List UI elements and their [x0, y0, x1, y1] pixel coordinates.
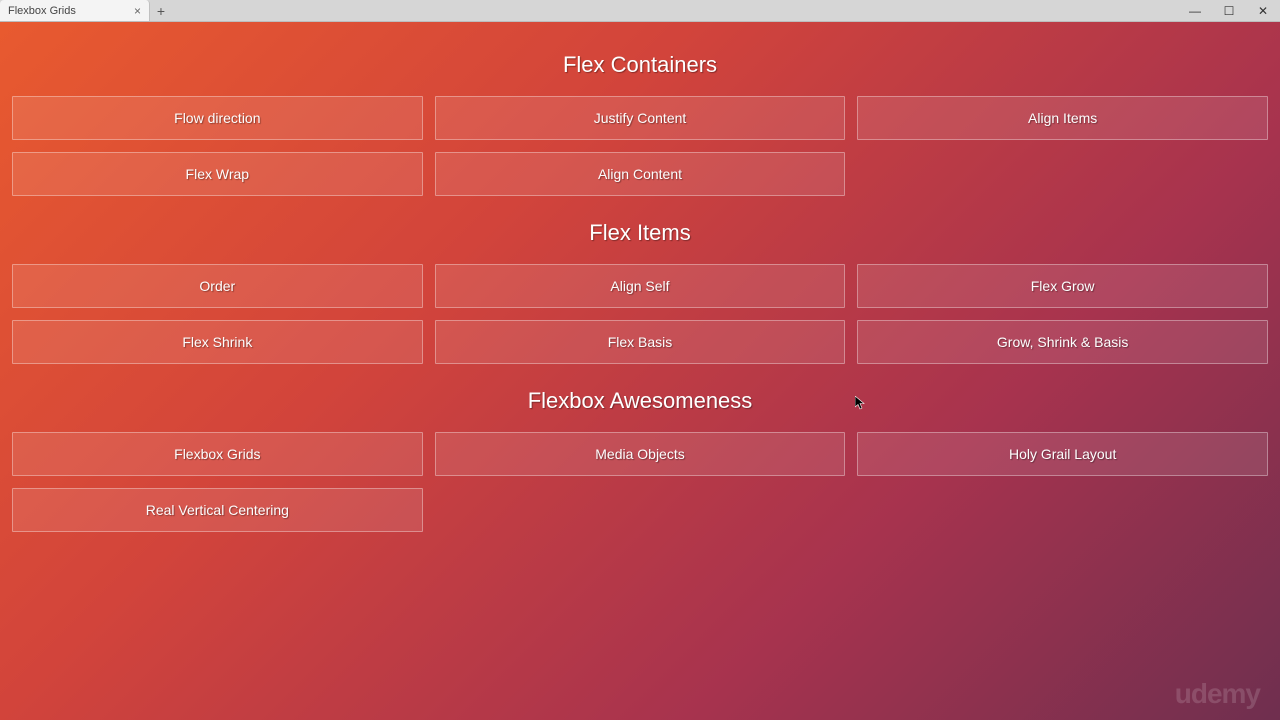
- tab-close-icon[interactable]: ×: [134, 4, 141, 18]
- grid-items: Order Align Self Flex Grow Flex Shrink F…: [12, 264, 1268, 364]
- tile-flex-grow[interactable]: Flex Grow: [857, 264, 1268, 308]
- minimize-button[interactable]: —: [1178, 0, 1212, 22]
- window-controls: — ☐ ✕: [1178, 0, 1280, 21]
- tile-align-content[interactable]: Align Content: [435, 152, 846, 196]
- tile-real-vertical-center[interactable]: Real Vertical Centering: [12, 488, 423, 532]
- tile-media-objects[interactable]: Media Objects: [435, 432, 846, 476]
- browser-chrome: Flexbox Grids × + — ☐ ✕: [0, 0, 1280, 22]
- close-window-button[interactable]: ✕: [1246, 0, 1280, 22]
- grid-containers: Flow direction Justify Content Align Ite…: [12, 96, 1268, 196]
- tile-flex-shrink[interactable]: Flex Shrink: [12, 320, 423, 364]
- browser-tab[interactable]: Flexbox Grids ×: [0, 0, 150, 21]
- tile-flexbox-grids[interactable]: Flexbox Grids: [12, 432, 423, 476]
- page-viewport: Flex Containers Flow direction Justify C…: [0, 22, 1280, 720]
- tile-flex-basis[interactable]: Flex Basis: [435, 320, 846, 364]
- tile-holy-grail-layout[interactable]: Holy Grail Layout: [857, 432, 1268, 476]
- tile-flow-direction[interactable]: Flow direction: [12, 96, 423, 140]
- tile-flex-wrap[interactable]: Flex Wrap: [12, 152, 423, 196]
- maximize-button[interactable]: ☐: [1212, 0, 1246, 22]
- tile-align-self[interactable]: Align Self: [435, 264, 846, 308]
- grid-awesome: Flexbox Grids Media Objects Holy Grail L…: [12, 432, 1268, 532]
- new-tab-button[interactable]: +: [150, 0, 172, 21]
- tile-order[interactable]: Order: [12, 264, 423, 308]
- section-title-containers: Flex Containers: [12, 52, 1268, 78]
- section-title-items: Flex Items: [12, 220, 1268, 246]
- section-title-awesome: Flexbox Awesomeness: [12, 388, 1268, 414]
- udemy-watermark: udemy: [1175, 678, 1260, 710]
- tab-title: Flexbox Grids: [8, 5, 128, 17]
- tile-justify-content[interactable]: Justify Content: [435, 96, 846, 140]
- tile-align-items[interactable]: Align Items: [857, 96, 1268, 140]
- tile-grow-shrink-basis[interactable]: Grow, Shrink & Basis: [857, 320, 1268, 364]
